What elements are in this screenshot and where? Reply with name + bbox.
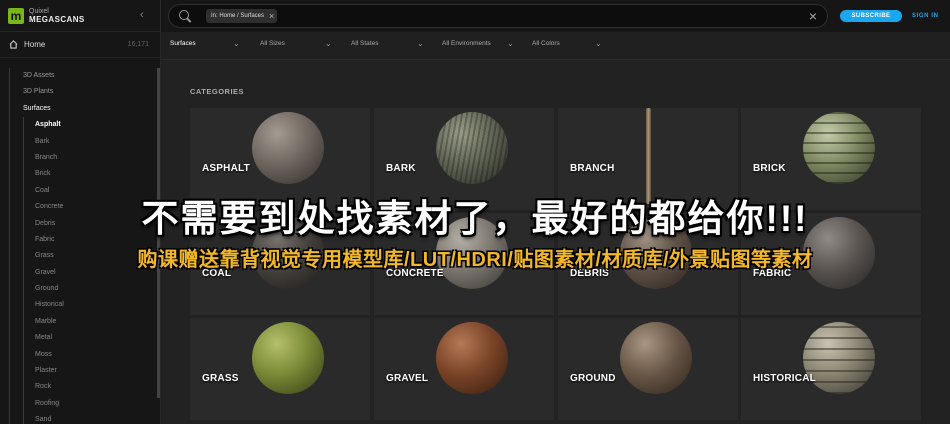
category-card-gravel[interactable]: GRAVEL <box>374 318 554 420</box>
megascans-logo-icon: m <box>8 7 24 24</box>
search-icon[interactable] <box>179 10 189 20</box>
category-label: BARK <box>386 163 416 174</box>
search-chip-label: In: Home / Surfaces <box>211 13 265 19</box>
brand-text: Quixel MEGASCANS <box>29 8 85 24</box>
filter-states[interactable]: All States ⌄ <box>351 39 424 48</box>
brick-sphere-thumbnail <box>803 112 875 184</box>
sidebar-item-asphalt[interactable]: Asphalt <box>24 117 64 133</box>
sidebar-item-brick[interactable]: Brick <box>24 166 64 182</box>
search-bar[interactable]: In: Home / Surfaces × × <box>168 4 828 28</box>
sidebar-item-surfaces[interactable]: Surfaces <box>10 101 64 117</box>
brand[interactable]: m Quixel MEGASCANS <box>0 0 160 32</box>
brand-name: MEGASCANS <box>29 14 85 24</box>
category-card-historical[interactable]: HISTORICAL <box>741 318 921 420</box>
gravel-sphere-thumbnail <box>436 322 508 394</box>
filter-states-label: All States <box>351 40 379 47</box>
sidebar-item-3d-plants[interactable]: 3D Plants <box>10 84 64 100</box>
home-count: 16,171 <box>127 41 149 48</box>
sidebar-item-3d-assets[interactable]: 3D Assets <box>10 68 64 84</box>
sidebar-item-rock[interactable]: Rock <box>24 379 64 395</box>
sidebar-item-ground[interactable]: Ground <box>24 281 64 297</box>
promo-subline: 购课赠送靠背视觉专用模型库/LUT/HDRI/贴图素材/材质库/外景贴图等素材 <box>137 249 813 271</box>
nav-home[interactable]: Home 16,171 <box>0 32 160 58</box>
filter-type-label: Surfaces <box>170 40 196 47</box>
sidebar-item-branch[interactable]: Branch <box>24 150 64 166</box>
collapse-sidebar-icon[interactable]: ‹ <box>140 9 144 21</box>
category-card-ground[interactable]: GROUND <box>558 318 738 420</box>
sidebar-item-metal[interactable]: Metal <box>24 330 64 346</box>
subscribe-button[interactable]: SUBSCRIBE <box>840 10 902 22</box>
asphalt-sphere-thumbnail <box>252 112 324 184</box>
grass-sphere-thumbnail <box>252 322 324 394</box>
chevron-down-icon: ⌄ <box>233 39 240 48</box>
ground-sphere-thumbnail <box>620 322 692 394</box>
filter-sizes-label: All Sizes <box>260 40 285 47</box>
category-label: BRICK <box>753 163 786 174</box>
filter-colors-label: All Colors <box>532 40 560 47</box>
bark-sphere-thumbnail <box>436 112 508 184</box>
filter-bar: Surfaces ⌄ All Sizes ⌄ All States ⌄ All … <box>161 32 950 60</box>
promo-headline: 不需要到处找素材了，最好的都给你!!! <box>141 198 809 239</box>
category-label: HISTORICAL <box>753 373 816 384</box>
chevron-down-icon: ⌄ <box>325 39 332 48</box>
top-bar: In: Home / Surfaces × × SUBSCRIBE SIGN I… <box>161 0 950 32</box>
sign-in-link[interactable]: SIGN IN <box>912 10 939 22</box>
clear-search-icon[interactable]: × <box>809 8 817 24</box>
filter-type[interactable]: Surfaces ⌄ <box>170 39 240 48</box>
chip-close-icon[interactable]: × <box>269 11 274 21</box>
chevron-down-icon: ⌄ <box>507 39 514 48</box>
sidebar-item-moss[interactable]: Moss <box>24 347 64 363</box>
filter-environments[interactable]: All Environments ⌄ <box>442 39 514 48</box>
category-label: GROUND <box>570 373 616 384</box>
chevron-down-icon: ⌄ <box>417 39 424 48</box>
sidebar-item-marble[interactable]: Marble <box>24 314 64 330</box>
category-label: BRANCH <box>570 163 615 174</box>
home-icon <box>9 40 18 49</box>
filter-colors[interactable]: All Colors ⌄ <box>532 39 602 48</box>
sidebar-item-sand[interactable]: Sand <box>24 412 64 424</box>
chevron-down-icon: ⌄ <box>595 39 602 48</box>
category-label: GRASS <box>202 373 239 384</box>
category-label: GRAVEL <box>386 373 429 384</box>
home-label: Home <box>24 40 46 49</box>
filter-sizes[interactable]: All Sizes ⌄ <box>260 39 332 48</box>
sidebar-item-plaster[interactable]: Plaster <box>24 363 64 379</box>
sidebar-item-roofing[interactable]: Roofing <box>24 396 64 412</box>
category-label: ASPHALT <box>202 163 250 174</box>
search-filter-chip[interactable]: In: Home / Surfaces × <box>206 9 278 23</box>
sidebar-item-bark[interactable]: Bark <box>24 134 64 150</box>
sidebar-item-historical[interactable]: Historical <box>24 297 64 313</box>
section-title: CATEGORIES <box>190 87 245 96</box>
category-card-grass[interactable]: GRASS <box>190 318 370 420</box>
filter-environments-label: All Environments <box>442 40 491 47</box>
